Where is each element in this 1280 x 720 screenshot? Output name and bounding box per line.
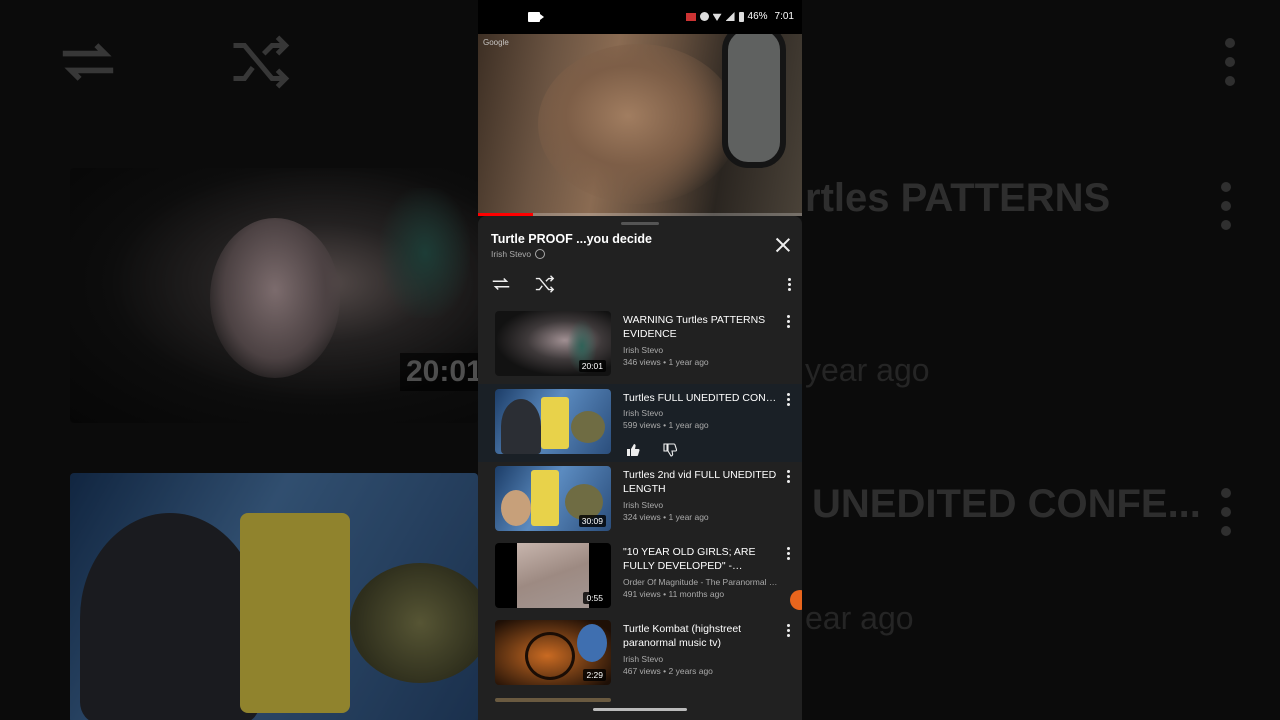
- next-item-peek: [495, 698, 611, 702]
- video-thumbnail: 20:01: [495, 311, 611, 376]
- video-stats: 491 views • 11 months ago: [623, 589, 725, 599]
- playlist-panel: Turtle PROOF ...you decide Irish Stevo 2…: [478, 216, 802, 720]
- video-thumbnail: 30:09: [495, 466, 611, 531]
- shuffle-playlist-button[interactable]: [534, 274, 556, 294]
- battery-icon: [738, 11, 744, 22]
- playlist-item[interactable]: 2:29 Turtle Kombat (highstreet paranorma…: [478, 615, 802, 693]
- video-title: Turtles FULL UNEDITED CONFESSION: [623, 392, 778, 404]
- video-stats: 467 views • 2 years ago: [623, 666, 713, 676]
- status-bar: 46% 7:01: [478, 0, 802, 34]
- eye-icon: [699, 12, 709, 21]
- video-title: Turtle Kombat (highstreet paranormal mus…: [623, 623, 742, 649]
- video-thumbnail: 0:55: [495, 543, 611, 608]
- video-duration: 2:29: [583, 669, 606, 681]
- video-channel: Order Of Magnitude - The Paranormal Soci…: [623, 577, 778, 587]
- clock: 7:01: [774, 11, 794, 22]
- video-title: "10 YEAR OLD GIRLS; ARE FULLY DEVELOPED"…: [623, 546, 756, 572]
- playlist-item[interactable]: 0:55 "10 YEAR OLD GIRLS; ARE FULLY DEVEL…: [478, 538, 802, 616]
- battery-percent: 46%: [747, 11, 768, 22]
- close-playlist-button[interactable]: [774, 236, 792, 254]
- google-watermark: Google: [483, 38, 509, 47]
- video-title: WARNING Turtles PATTERNS EVIDENCE: [623, 314, 766, 340]
- video-channel: Irish Stevo: [623, 408, 664, 418]
- video-channel: Irish Stevo: [623, 654, 664, 664]
- video-stats: 324 views • 1 year ago: [623, 512, 709, 522]
- video-stats: 346 views • 1 year ago: [623, 357, 709, 367]
- signal-icon: [725, 12, 735, 21]
- video-more-button[interactable]: [785, 470, 791, 486]
- video-thumbnail: 2:29: [495, 620, 611, 685]
- video-more-button[interactable]: [785, 624, 791, 640]
- drag-handle[interactable]: [621, 222, 659, 225]
- video-duration: 20:01: [578, 360, 606, 372]
- wifi-icon: [712, 13, 722, 21]
- video-duration: 30:09: [578, 515, 606, 527]
- thumbs-down-icon[interactable]: [663, 443, 677, 457]
- playlist-owner[interactable]: Irish Stevo: [491, 249, 531, 259]
- playlist-title: Turtle PROOF ...you decide: [491, 232, 652, 246]
- microphone-image: [722, 34, 786, 168]
- video-more-button[interactable]: [785, 547, 791, 563]
- playlist-item[interactable]: 20:01 WARNING Turtles PATTERNS EVIDENCE …: [478, 306, 802, 384]
- video-thumbnail: [495, 389, 611, 454]
- playlist-item[interactable]: 30:09 Turtles 2nd vid FULL UNEDITED LENG…: [478, 461, 802, 539]
- video-more-button[interactable]: [785, 315, 791, 331]
- video-player[interactable]: Google: [478, 34, 802, 216]
- screen-record-icon: [528, 12, 544, 22]
- video-more-button[interactable]: [785, 393, 791, 409]
- loop-playlist-button[interactable]: [490, 274, 512, 294]
- playlist-more-button[interactable]: [786, 278, 792, 294]
- video-duration: 0:55: [583, 592, 606, 604]
- video-title: Turtles 2nd vid FULL UNEDITED LENGTH: [623, 469, 777, 495]
- public-globe-icon: [535, 249, 546, 259]
- video-stats: 599 views • 1 year ago: [623, 420, 709, 430]
- home-indicator[interactable]: [593, 708, 687, 711]
- video-channel: Irish Stevo: [623, 500, 664, 510]
- playlist-item-active[interactable]: Turtles FULL UNEDITED CONFESSION Irish S…: [478, 384, 802, 462]
- phone-screen: 46% 7:01 Google Turtle PROOF ...you deci…: [478, 0, 802, 720]
- cast-icon: [685, 12, 696, 21]
- thumbs-up-icon[interactable]: [626, 443, 640, 457]
- video-channel: Irish Stevo: [623, 345, 664, 355]
